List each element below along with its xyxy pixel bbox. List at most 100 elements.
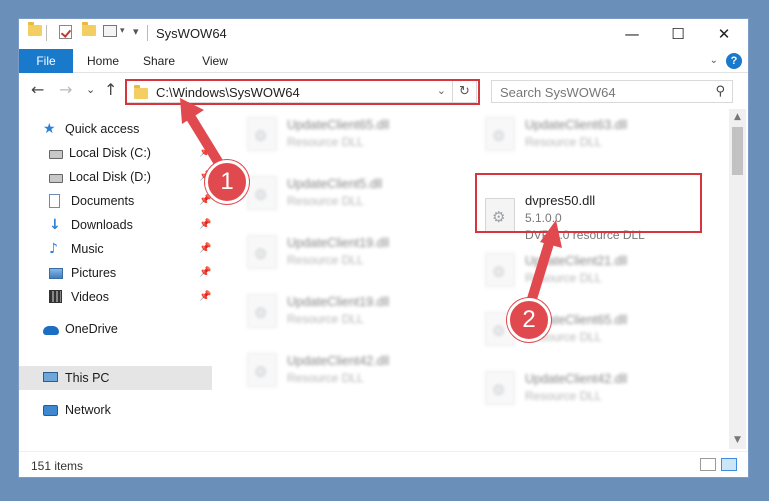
sidebar-item-music[interactable]: ♪ Music 📌 [19,237,212,261]
file-type: Resource DLL [287,253,364,267]
ribbon-expand-icon[interactable]: ⌄ [710,55,718,66]
file-name: UpdateClient21.dll [525,254,628,268]
sidebar-item-label: Downloads [71,218,133,232]
file-tile[interactable]: ⚙ UpdateClient63.dll Resource DLL [479,111,709,157]
file-name: UpdateClient19.dll [287,236,390,250]
navigation-pane: ★ Quick access Local Disk (C:) 📌 Local D… [19,109,212,449]
onedrive-icon [43,322,59,336]
sidebar-item-documents[interactable]: Documents 📌 [19,189,212,213]
file-highlight-box [475,173,702,233]
file-type: Resource DLL [287,135,364,149]
new-folder-icon[interactable] [82,22,96,36]
dll-file-icon: ⚙ [247,353,277,387]
file-tile[interactable]: ⚙ UpdateClient5.dll Resource DLL [241,170,471,216]
sidebar-item-downloads[interactable]: ↓ Downloads 📌 [19,213,212,237]
tab-view[interactable]: View [191,49,239,73]
pin-icon[interactable]: 📌 [199,219,211,230]
maximize-button[interactable]: ☐ [655,19,701,49]
file-tile[interactable]: ⚙ UpdateClient65.dll Resource DLL [241,111,471,157]
vertical-scrollbar[interactable]: ▲ ▼ [729,109,746,449]
file-name: UpdateClient63.dll [525,118,628,132]
sidebar-item-local-disk-d[interactable]: Local Disk (D:) 📌 [19,165,212,189]
pin-icon[interactable]: 📌 [199,243,211,254]
pin-icon[interactable]: 📌 [199,291,211,302]
file-tile[interactable]: ⚙ UpdateClient21.dll Resource DLL [479,247,709,293]
sidebar-item-onedrive[interactable]: OneDrive [19,317,212,341]
step-2-badge: 2 [507,298,551,342]
folder-icon[interactable] [28,22,42,36]
back-arrow-icon[interactable]: ← [31,80,44,99]
file-type: Resource DLL [525,271,602,285]
ribbon: File Home Share View ⌄ ? [19,49,748,73]
downloads-icon: ↓ [49,217,61,233]
file-name: UpdateClient42.dll [287,354,390,368]
file-type: Resource DLL [287,371,364,385]
quick-access-menu-icon[interactable]: ▾ [133,25,139,38]
sidebar-item-pictures[interactable]: Pictures 📌 [19,261,212,285]
up-arrow-icon[interactable]: ↑ [104,80,117,99]
sidebar-item-label: Network [65,403,111,417]
tab-share[interactable]: Share [134,49,184,73]
properties-check-icon[interactable] [59,25,72,39]
file-explorer-window: ▾ ▾ SysWOW64 — ☐ ✕ File Home Share View … [18,18,749,478]
sidebar-item-this-pc[interactable]: This PC [19,366,212,390]
file-tile[interactable]: ⚙ UpdateClient42.dll Resource DLL [479,365,709,411]
quick-access-dropdown-icon[interactable]: ▾ [120,25,125,36]
file-type: Resource DLL [525,389,602,403]
file-name: UpdateClient5.dll [287,177,383,191]
title-bar: ▾ ▾ SysWOW64 — ☐ ✕ [19,19,748,49]
file-tile[interactable]: ⚙ UpdateClient19.dll Resource DLL [241,288,471,334]
file-type: Resource DLL [287,312,364,326]
large-icons-view-icon[interactable] [721,458,737,471]
dll-file-icon: ⚙ [247,235,277,269]
scroll-up-icon[interactable]: ▲ [729,109,746,126]
sidebar-item-quick-access[interactable]: ★ Quick access [19,117,212,141]
search-placeholder: Search SysWOW64 [500,85,616,100]
file-name: UpdateClient42.dll [525,372,628,386]
sidebar-item-label: This PC [65,371,110,385]
tab-home[interactable]: Home [79,49,127,73]
pin-icon[interactable]: 📌 [199,147,211,158]
separator [147,25,148,41]
sidebar-item-network[interactable]: Network [19,398,212,422]
file-tile[interactable]: ⚙ UpdateClient19.dll Resource DLL [241,229,471,275]
forward-arrow-icon[interactable]: → [59,80,72,99]
star-icon: ★ [43,121,56,137]
file-tile[interactable]: ⚙ UpdateClient42.dll Resource DLL [241,347,471,393]
address-highlight-box [125,79,480,105]
dll-file-icon: ⚙ [247,294,277,328]
sidebar-item-label: Local Disk (C:) [69,146,151,160]
file-name: UpdateClient65.dll [287,118,390,132]
close-button[interactable]: ✕ [701,19,747,49]
tab-file[interactable]: File [19,49,73,73]
sidebar-item-label: Local Disk (D:) [69,170,151,184]
sidebar-item-label: OneDrive [65,322,118,336]
videos-icon [49,290,65,304]
search-input[interactable]: Search SysWOW64 ⚲ [491,80,733,103]
scroll-down-icon[interactable]: ▼ [729,432,746,449]
sidebar-item-label: Pictures [71,266,117,280]
status-bar: 151 items [19,451,748,477]
recent-locations-icon[interactable]: ⌄ [86,83,95,96]
customize-toolbar-icon[interactable] [103,25,117,37]
dll-file-icon: ⚙ [485,253,515,287]
search-icon[interactable]: ⚲ [715,84,725,99]
minimize-button[interactable]: — [609,19,655,49]
pin-icon[interactable]: 📌 [199,267,211,278]
network-icon [43,403,59,417]
pin-icon[interactable]: 📌 [199,195,211,206]
dll-file-icon: ⚙ [485,117,515,151]
sidebar-item-label: Quick access [65,122,140,136]
sidebar-item-videos[interactable]: Videos 📌 [19,285,212,309]
step-1-badge: 1 [205,160,249,204]
file-type: Resource DLL [525,135,602,149]
file-type: Resource DLL [287,194,364,208]
navigation-row: ← → ⌄ ↑ C:\Windows\SysWOW64 ⌄ ↻ Search S… [19,74,748,108]
item-count: 151 items [31,459,84,473]
this-pc-icon [43,371,59,385]
window-title: SysWOW64 [156,26,227,41]
scrollbar-thumb[interactable] [732,127,743,175]
help-icon[interactable]: ? [726,53,742,69]
details-view-icon[interactable] [700,458,716,471]
sidebar-item-local-disk-c[interactable]: Local Disk (C:) 📌 [19,141,212,165]
